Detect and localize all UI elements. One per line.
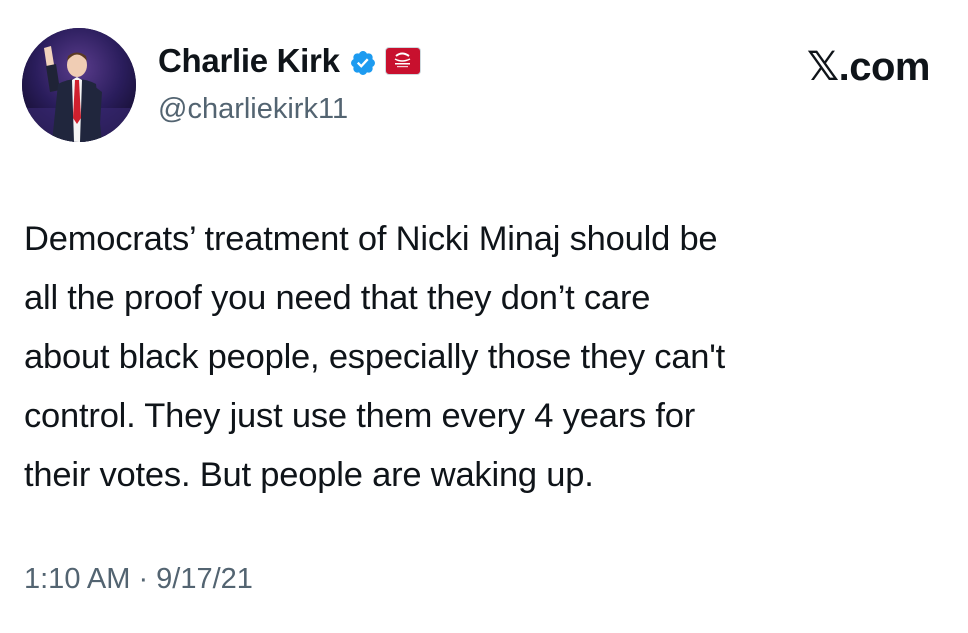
tweet-text-line: about black people, especially those the…: [24, 338, 726, 376]
tweet-card: Charlie Kirk @charliekirk11 𝕏.com Democr…: [0, 0, 968, 633]
tweet-text: Democrats’ treatment of Nicki Minaj shou…: [24, 210, 954, 505]
tweet-text-line: their votes. But people are waking up.: [24, 456, 594, 494]
tweet-text-line: control. They just use them every 4 year…: [24, 397, 696, 435]
verified-badge-icon: [349, 47, 377, 75]
affiliate-badge-icon[interactable]: [384, 47, 421, 75]
avatar[interactable]: [22, 28, 136, 142]
tweet-text-line: Democrats’ treatment of Nicki Minaj shou…: [24, 220, 718, 258]
tweet-timestamp[interactable]: 1:10 AM · 9/17/21: [24, 563, 253, 596]
author-handle[interactable]: @charliekirk11: [158, 93, 348, 126]
avatar-photo: [22, 28, 136, 142]
author-display-name[interactable]: Charlie Kirk: [158, 42, 340, 80]
tweet-text-line: all the proof you need that they don’t c…: [24, 279, 651, 317]
x-com-logo: 𝕏.com: [806, 45, 931, 89]
author-name[interactable]: Charlie Kirk: [158, 42, 421, 80]
